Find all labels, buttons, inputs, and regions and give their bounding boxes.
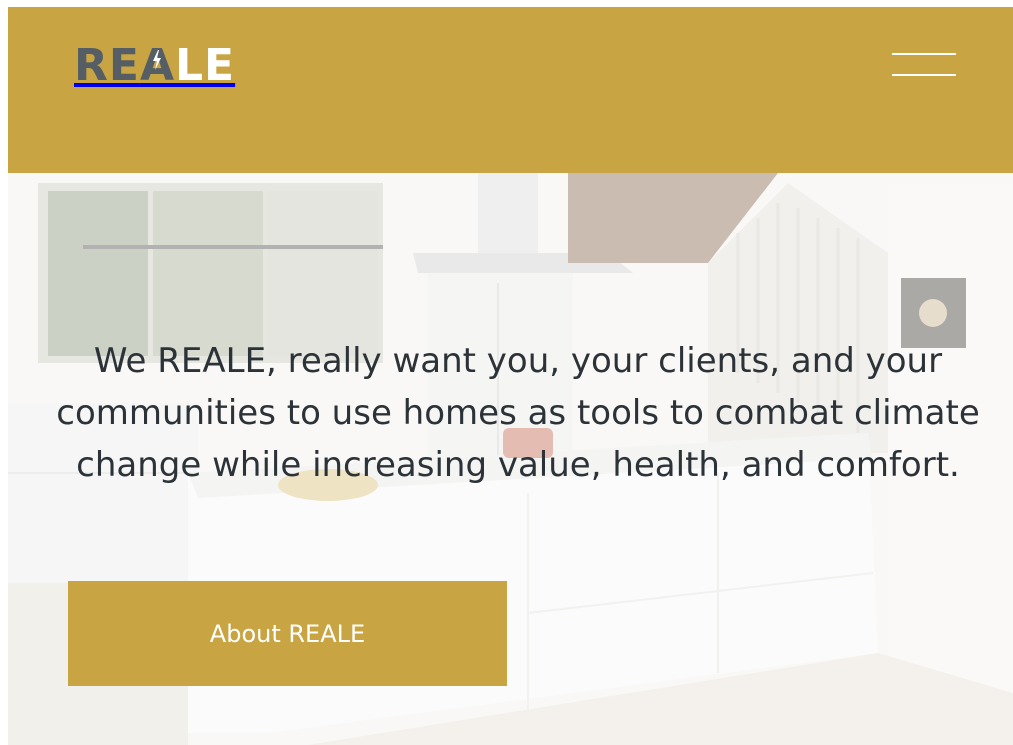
- site-header: REALE: [8, 7, 1013, 173]
- menu-line-top: [892, 53, 956, 55]
- hero-headline: We REALE, really want you, your clients,…: [56, 341, 980, 485]
- lightning-bolt-icon: [153, 50, 162, 70]
- hamburger-menu-icon[interactable]: [892, 53, 956, 77]
- page-frame: REALE: [8, 7, 1013, 745]
- reale-logo[interactable]: REALE: [74, 44, 235, 88]
- logo-letter-a: A: [140, 44, 175, 88]
- menu-line-bottom: [892, 74, 956, 76]
- logo-text-light: LE: [175, 40, 236, 91]
- hero-section: We REALE, really want you, your clients,…: [8, 173, 1013, 745]
- about-reale-button[interactable]: About REALE: [68, 581, 507, 686]
- logo-text-dark: RE: [74, 40, 140, 91]
